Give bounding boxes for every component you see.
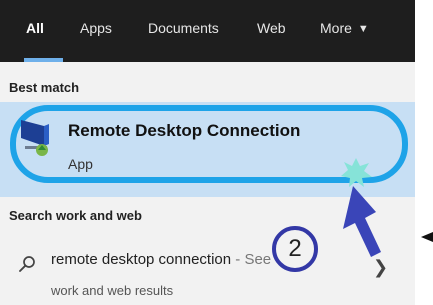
web-result-query: remote desktop connection bbox=[51, 251, 232, 268]
tab-documents[interactable]: Documents bbox=[148, 20, 219, 36]
remote-desktop-icon bbox=[21, 120, 49, 156]
web-result-suffix: - See bbox=[231, 251, 272, 268]
search-work-web-heading: Search work and web bbox=[9, 208, 142, 223]
web-result-subtitle: work and web results bbox=[51, 283, 174, 298]
step-number-badge: 2 bbox=[272, 226, 318, 272]
best-match-type: App bbox=[68, 156, 93, 172]
windows-search-panel: All Apps Documents Web More ▼ Best match … bbox=[0, 0, 433, 305]
preview-pane-edge bbox=[415, 62, 433, 305]
best-match-heading: Best match bbox=[9, 80, 80, 95]
caret-down-icon: ▼ bbox=[357, 23, 369, 35]
tab-more-label: More bbox=[320, 20, 352, 36]
chevron-right-icon[interactable]: ❯ bbox=[373, 257, 388, 278]
tab-apps[interactable]: Apps bbox=[80, 20, 112, 36]
tab-web[interactable]: Web bbox=[257, 20, 286, 36]
best-match-title: Remote Desktop Connection bbox=[68, 121, 301, 140]
search-tab-bar: All Apps Documents Web More ▼ bbox=[0, 0, 415, 62]
tab-all[interactable]: All bbox=[26, 20, 44, 36]
tab-more[interactable]: More ▼ bbox=[320, 20, 369, 36]
search-icon bbox=[19, 256, 35, 272]
web-result-title: remote desktop connection - See bbox=[51, 251, 271, 268]
